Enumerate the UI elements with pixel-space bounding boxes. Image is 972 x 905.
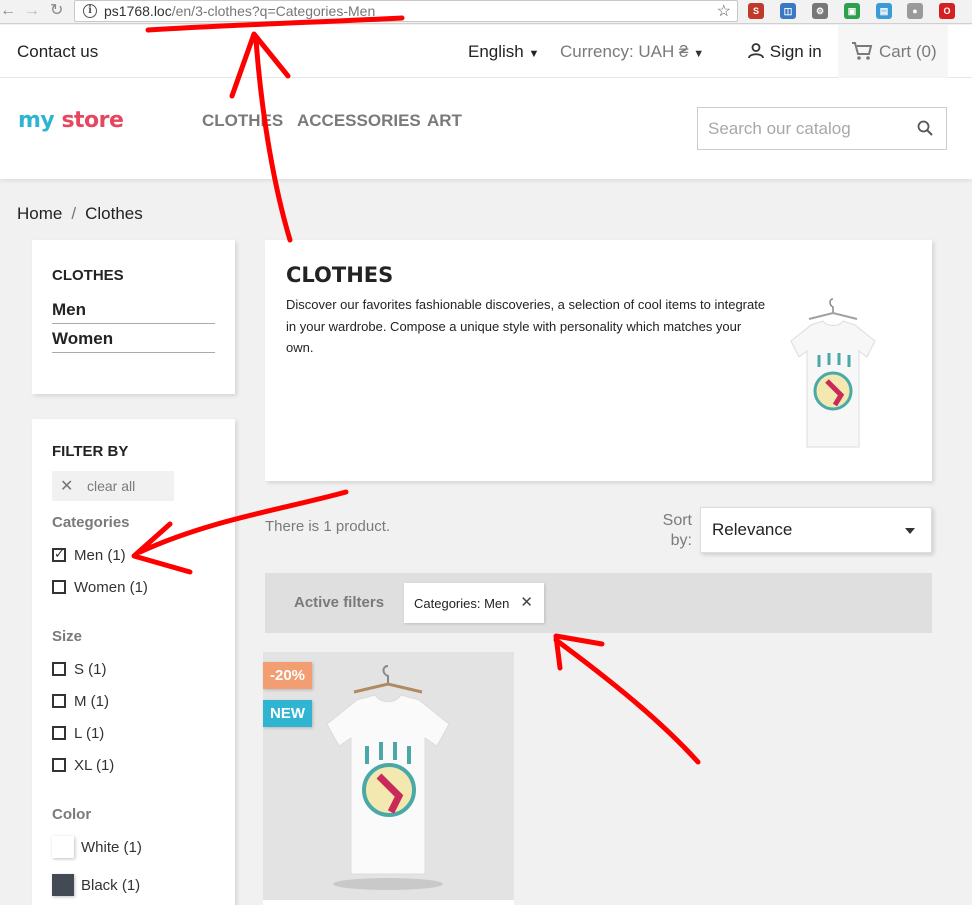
filter-option-label[interactable]: Women (1)	[74, 579, 148, 596]
color-swatch-black[interactable]	[52, 874, 74, 896]
extension-icon-5[interactable]: ▤	[876, 3, 892, 19]
caret-down-icon: ▼	[693, 48, 705, 60]
settings-extension-icon[interactable]: ⚙	[812, 3, 828, 19]
search-box	[697, 107, 947, 150]
breadcrumb-separator: /	[71, 204, 77, 223]
filter-option-label[interactable]: Men (1)	[74, 547, 126, 564]
cart-icon	[852, 42, 873, 60]
store-logo[interactable]: my store	[18, 108, 124, 133]
url-text[interactable]: ps1768.loc/en/3-clothes?q=Categories-Men	[104, 3, 375, 19]
category-title: CLOTHES	[286, 263, 394, 287]
reload-icon[interactable]: ↻	[50, 1, 63, 21]
category-description: Discover our favorites fashionable disco…	[286, 297, 766, 355]
caret-down-icon: ▼	[528, 48, 540, 60]
sort-selected-value: Relevance	[712, 520, 793, 539]
menu-item-clothes[interactable]: CLOTHES	[202, 111, 283, 131]
extension-icon-2[interactable]: ◫	[780, 3, 796, 19]
user-icon	[748, 43, 764, 59]
seo-extension-icon[interactable]: S	[748, 3, 764, 19]
language-selector[interactable]: English ▼	[468, 42, 539, 62]
language-label: English	[468, 42, 524, 61]
sign-in-link[interactable]: Sign in	[747, 42, 822, 62]
annotation-arrow-chip	[553, 633, 701, 765]
discount-badge: -20%	[263, 662, 313, 689]
caret-down-icon	[905, 528, 915, 534]
opera-extension-icon[interactable]: O	[939, 3, 955, 19]
active-filters-title: Active filters	[294, 594, 385, 611]
facet-title-categories: Categories	[52, 514, 130, 531]
product-tile[interactable]: -20% NEW	[263, 652, 514, 905]
category-tree-title: CLOTHES	[52, 267, 124, 284]
extension-icon-4[interactable]: ▣	[844, 3, 860, 19]
product-image[interactable]	[263, 652, 514, 900]
sign-in-label: Sign in	[769, 42, 822, 61]
category-link-women[interactable]: Women	[52, 329, 215, 353]
sort-dropdown[interactable]: Relevance	[700, 507, 932, 553]
checkbox[interactable]	[52, 580, 66, 594]
color-swatch-white[interactable]	[52, 836, 74, 858]
filter-option-label[interactable]: M (1)	[74, 693, 109, 710]
sort-label: Sort by:	[662, 512, 692, 549]
search-input[interactable]	[698, 108, 908, 149]
breadcrumb: Home / Clothes	[17, 204, 143, 224]
filter-option-label[interactable]: Black (1)	[81, 877, 140, 894]
menu-item-accessories[interactable]: ACCESSORIES	[297, 111, 421, 131]
category-header: CLOTHES Discover our favorites fashionab…	[265, 240, 932, 481]
logo-text-my: my	[18, 108, 55, 133]
checkbox-checked[interactable]	[52, 546, 66, 562]
address-bar[interactable]: i ps1768.loc/en/3-clothes?q=Categories-M…	[74, 0, 738, 22]
forward-icon[interactable]: →	[24, 1, 40, 21]
filter-option-label[interactable]: XL (1)	[74, 757, 114, 774]
category-tree-block: CLOTHES Men Women	[32, 240, 235, 394]
active-filters-bar: Active filters Categories: Men ✕	[265, 573, 932, 633]
product-count: There is 1 product.	[265, 518, 391, 535]
category-image	[790, 298, 876, 448]
filter-option-label[interactable]: White (1)	[81, 839, 142, 856]
search-icon[interactable]	[917, 120, 933, 136]
menu-item-art[interactable]: ART	[427, 111, 462, 131]
globe-extension-icon[interactable]: ●	[907, 3, 923, 19]
site-header: my store CLOTHES ACCESSORIES ART	[0, 78, 972, 179]
facet-title-color: Color	[52, 806, 92, 823]
currency-label: Currency: UAH ₴	[560, 42, 689, 61]
category-link-men[interactable]: Men	[52, 300, 215, 324]
breadcrumb-current[interactable]: Clothes	[85, 204, 143, 223]
logo-text-store: store	[61, 108, 124, 133]
filter-by-title: FILTER BY	[52, 443, 129, 460]
facet-title-size: Size	[52, 628, 83, 645]
close-icon: ✕	[60, 478, 74, 495]
bookmark-star-icon[interactable]: ☆	[717, 1, 731, 21]
faceted-search-block: FILTER BY ✕ clear all Categories Men (1)…	[32, 419, 235, 905]
cart-label: Cart (0)	[879, 42, 937, 61]
new-badge: NEW	[263, 700, 312, 727]
tshirt-image	[326, 665, 450, 890]
browser-toolbar: ← → ↻ i ps1768.loc/en/3-clothes?q=Catego…	[0, 0, 972, 24]
cart-button[interactable]: Cart (0)	[838, 25, 948, 78]
top-nav: Contact us English ▼ Currency: UAH ₴ ▼ S…	[0, 25, 972, 78]
active-filter-label: Categories: Men	[414, 596, 510, 611]
contact-us-link[interactable]: Contact us	[17, 42, 98, 62]
checkbox[interactable]	[52, 694, 66, 708]
site-info-icon[interactable]: i	[83, 4, 97, 18]
currency-selector[interactable]: Currency: UAH ₴ ▼	[560, 42, 704, 62]
checkbox[interactable]	[52, 726, 66, 740]
remove-filter-icon[interactable]: ✕	[520, 593, 533, 611]
filter-option-label[interactable]: S (1)	[74, 661, 107, 678]
clear-all-button[interactable]: ✕ clear all	[52, 471, 174, 501]
checkbox[interactable]	[52, 662, 66, 676]
checkbox[interactable]	[52, 758, 66, 772]
filter-option-label[interactable]: L (1)	[74, 725, 104, 742]
back-icon[interactable]: ←	[0, 1, 16, 21]
clear-all-label: clear all	[87, 478, 136, 494]
breadcrumb-home[interactable]: Home	[17, 204, 62, 223]
active-filter-chip[interactable]: Categories: Men ✕	[404, 583, 544, 623]
